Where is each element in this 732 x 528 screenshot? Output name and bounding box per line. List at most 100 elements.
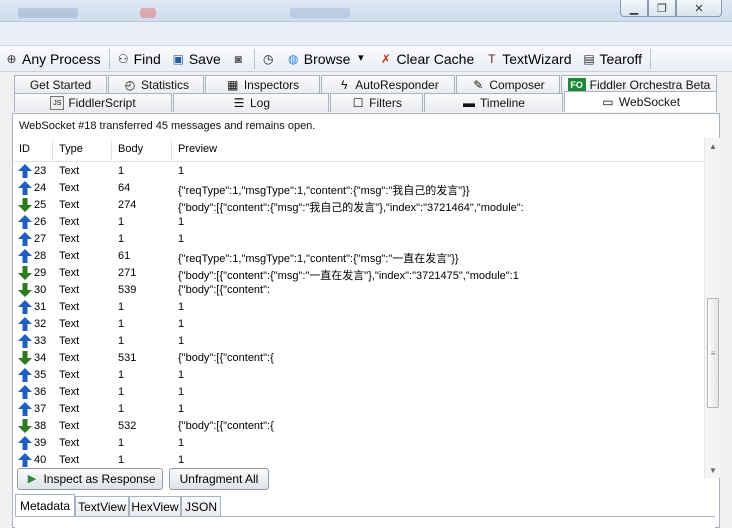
table-row[interactable]: 39 Text 1 1 (13, 435, 704, 452)
column-divider[interactable] (111, 140, 112, 160)
table-row[interactable]: 31 Text 1 1 (13, 299, 704, 316)
table-row[interactable]: 38 Text 532 {"body":[{"content":{ (13, 418, 704, 435)
crosshair-label: Any Process (22, 50, 101, 67)
column-type[interactable]: Type (59, 143, 83, 155)
cell-id: 35 (34, 369, 47, 381)
fo-icon: FO (567, 78, 586, 92)
column-divider[interactable] (171, 140, 172, 160)
inspect-icon: ▶ (27, 472, 37, 485)
maximize-button[interactable]: ❐ (648, 0, 676, 17)
cell-preview: {"body":[{"content":{ (178, 420, 274, 432)
cell-preview: 1 (178, 403, 185, 415)
cell-preview: 1 (178, 165, 185, 177)
scroll-down-icon[interactable]: ▼ (705, 462, 721, 478)
subtab-metadata[interactable]: Metadata (15, 494, 75, 516)
table-row[interactable]: 33 Text 1 1 (13, 333, 704, 350)
table-row[interactable]: 29 Text 271 {"body":[{"content":{"msg":"一直在… (13, 265, 704, 282)
column-id[interactable]: ID (19, 143, 30, 155)
scroll-thumb[interactable]: ≡ (707, 298, 719, 408)
cell-type: Text (59, 199, 80, 211)
cell-type: Text (59, 335, 80, 347)
eraser-icon: ✗ (380, 51, 391, 66)
cell-body: 1 (118, 335, 125, 347)
subtab-hexview[interactable]: HexView (129, 496, 181, 516)
cell-body: 1 (118, 369, 125, 381)
save-button[interactable]: ▣ Save (167, 47, 227, 71)
tab-filters[interactable]: ☐ Filters (330, 93, 423, 112)
cell-preview: {"body":[{"content":{"msg":"一直在发言"},"ind… (178, 270, 519, 282)
table-row[interactable]: 35 Text 1 1 (13, 367, 704, 384)
cell-id: 39 (34, 437, 47, 449)
table-row[interactable]: 23 Text 1 1 (13, 163, 704, 180)
tab-websocket[interactable]: ▭ WebSocket (564, 91, 717, 112)
tab-label: Filters (369, 96, 402, 110)
eraser-button[interactable]: ✗ Clear Cache (374, 47, 480, 71)
cell-type: Text (59, 454, 80, 466)
table-row[interactable]: 34 Text 531 {"body":[{"content":{ (13, 350, 704, 367)
subtab-textview[interactable]: TextView (75, 496, 129, 516)
textwizard-button[interactable]: T TextWizard (480, 47, 577, 71)
chevron-down-icon[interactable]: ▾ (353, 51, 368, 66)
tearoff-button[interactable]: ▤ Tearoff (578, 47, 649, 71)
arrow-up-icon (18, 402, 32, 416)
arrow-down-icon (18, 351, 32, 365)
column-divider[interactable] (52, 140, 53, 160)
cell-id: 36 (34, 386, 47, 398)
cell-id: 28 (34, 250, 47, 262)
column-preview[interactable]: Preview (178, 143, 217, 155)
table-row[interactable]: 27 Text 1 1 (13, 231, 704, 248)
cell-body: 1 (118, 216, 125, 228)
scroll-up-icon[interactable]: ▲ (705, 138, 721, 154)
tab-composer[interactable]: ✎ Composer (456, 75, 560, 94)
cell-body: 274 (118, 199, 137, 211)
table-row[interactable]: 25 Text 274 {"body":[{"content":{"msg":"我自己… (13, 197, 704, 214)
tab-timeline[interactable]: ▬ Timeline (424, 93, 563, 112)
crosshair-icon: ⊕ (6, 51, 17, 66)
cell-type: Text (59, 233, 80, 245)
vertical-scrollbar[interactable]: ▲ ≡ ▼ (704, 138, 720, 478)
tab-label: Statistics (140, 78, 189, 92)
globe-button[interactable]: ◍ Browse ▾ (282, 47, 375, 71)
unfragment-all-button[interactable]: Unfragment All (169, 468, 269, 490)
timeline-icon: ▬ (463, 96, 476, 110)
lightning-icon: ϟ (341, 78, 348, 92)
close-button[interactable]: ✕ (676, 0, 722, 17)
binoculars-button[interactable]: ⚇ Find (112, 47, 167, 71)
tab-autoresponder[interactable]: ϟ AutoResponder (321, 75, 455, 94)
table-row[interactable]: 24 Text 64 {"reqType":1,"msgType":1,"conten… (13, 180, 704, 197)
cell-type: Text (59, 301, 80, 313)
table-row[interactable]: 32 Text 1 1 (13, 316, 704, 333)
cell-preview: {"body":[{"content":{ (178, 352, 274, 364)
arrow-up-icon (18, 164, 32, 178)
tab-log[interactable]: ☰ Log (173, 93, 329, 112)
script-icon: JS (50, 96, 65, 110)
camera-button[interactable]: ◙ (227, 47, 252, 71)
cell-id: 24 (34, 182, 47, 194)
subtab-json[interactable]: JSON (181, 496, 221, 516)
tab-label: Get Started (29, 78, 92, 92)
cell-preview: {"reqType":1,"msgType":1,"content":{"msg… (178, 185, 470, 197)
cell-preview: 1 (178, 335, 185, 347)
inspect-as-response-button[interactable]: ▶ Inspect as Response (17, 468, 163, 490)
menu-strip (0, 22, 732, 46)
cell-id: 26 (34, 216, 47, 228)
table-row[interactable]: 37 Text 1 1 (13, 401, 704, 418)
table-row[interactable]: 40 Text 1 1 (13, 452, 704, 469)
table-row[interactable]: 28 Text 61 {"reqType":1,"msgType":1,"conten… (13, 248, 704, 265)
minimize-button[interactable]: ▁ (620, 0, 648, 17)
cell-preview: {"reqType":1,"msgType":1,"content":{"msg… (178, 253, 459, 265)
websocket-panel: WebSocket #18 transferred 45 messages an… (12, 113, 720, 528)
column-body[interactable]: Body (118, 143, 143, 155)
tab-inspectors[interactable]: ▦ Inspectors (205, 75, 320, 94)
arrow-up-icon (18, 232, 32, 246)
table-row[interactable]: 36 Text 1 1 (13, 384, 704, 401)
table-row[interactable]: 26 Text 1 1 (13, 214, 704, 231)
tab-get-started[interactable]: Get Started (14, 75, 107, 94)
table-row[interactable]: 30 Text 539 {"body":[{"content": (13, 282, 704, 299)
tab-fiddlerscript[interactable]: JS FiddlerScript (14, 93, 172, 112)
timer-button[interactable]: ◷ (257, 47, 282, 71)
arrow-down-icon (18, 266, 32, 280)
tab-statistics[interactable]: ◴ Statistics (108, 75, 204, 94)
cell-type: Text (59, 318, 80, 330)
crosshair-button[interactable]: ⊕ Any Process (0, 47, 107, 71)
